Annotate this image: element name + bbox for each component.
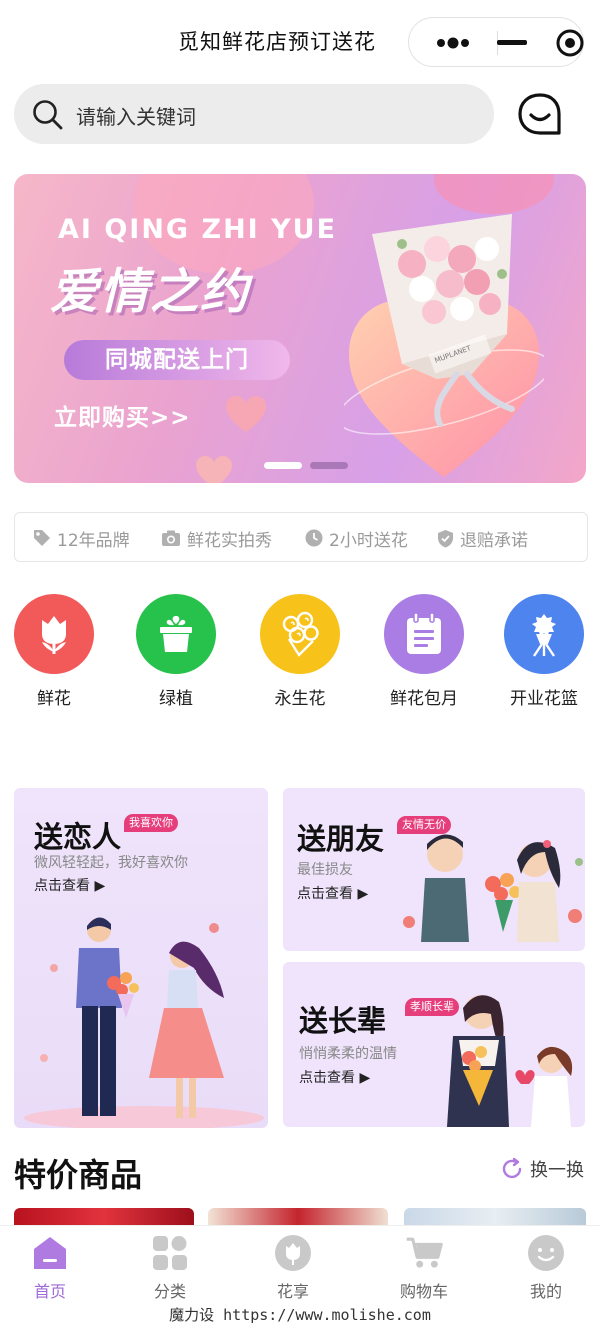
tab-category[interactable]: 分类: [120, 1234, 220, 1302]
category-icon-circle: [384, 594, 464, 674]
card-title: 送恋人: [34, 820, 122, 854]
feature-item: 鲜花实拍秀: [161, 527, 272, 551]
small-heart-decoration: [226, 396, 266, 432]
tab-label: 我的: [529, 1282, 562, 1301]
top-nav-bar: 觅知鲜花店预订送花: [0, 0, 600, 80]
small-heart-decoration: [196, 456, 232, 483]
couple-illustration: [24, 917, 264, 1128]
category-icon-circle: [260, 594, 340, 674]
feature-label: 鲜花实拍秀: [187, 530, 272, 551]
feature-item: 12年品牌: [33, 527, 130, 551]
target-icon: [556, 29, 584, 57]
more-menu-button[interactable]: [409, 18, 497, 68]
refresh-button[interactable]: 换一换: [500, 1156, 584, 1182]
banner-subtitle: AI QING ZHI YUE: [58, 214, 338, 245]
watermark-footer: 魔力设 https://www.molishe.com: [169, 1306, 431, 1324]
camera-icon: [162, 530, 180, 546]
friends-illustration: [403, 834, 583, 942]
card-tag: 我喜欢你: [124, 814, 178, 832]
card-view-link[interactable]: 点击查看 ▶: [299, 1067, 370, 1087]
card-subtitle: 悄悄柔柔的温情: [299, 1046, 397, 1062]
mini-program-capsule: [408, 17, 584, 67]
category-label: 永生花: [274, 689, 326, 709]
category-preserved-flowers[interactable]: 永生花: [248, 594, 352, 709]
tab-home[interactable]: 首页: [0, 1234, 100, 1302]
grid-icon: [151, 1234, 189, 1272]
feature-label: 12年品牌: [57, 530, 130, 551]
tab-flower-share[interactable]: 花享: [243, 1234, 343, 1302]
feature-label: 退赔承诺: [460, 530, 528, 551]
home-icon: [31, 1234, 69, 1272]
card-subtitle: 微风轻轻起，我好喜欢你: [34, 855, 188, 871]
card-view-link[interactable]: 点击查看 ▶: [34, 875, 105, 895]
category-label: 鲜花: [37, 689, 71, 709]
category-label: 开业花篮: [510, 689, 578, 709]
close-mini-program-button[interactable]: [497, 18, 585, 68]
search-icon: [33, 100, 63, 130]
category-label: 鲜花包月: [390, 689, 458, 709]
calendar-icon: [407, 612, 441, 654]
minimize-icon: [497, 40, 527, 45]
promo-banner[interactable]: MUPLANET AI QING ZHI YUE 爱情之约 同城配送上门 立即购…: [14, 174, 586, 483]
service-features-bar: 12年品牌 鲜花实拍秀 2小时送花 退赔承诺: [14, 512, 588, 562]
carousel-indicator-active[interactable]: [264, 462, 302, 469]
more-dots-icon: [437, 37, 469, 49]
plant-pot-icon: [160, 616, 192, 652]
banner-buy-now-link[interactable]: 立即购买>>: [54, 398, 191, 432]
tab-label: 首页: [33, 1282, 66, 1301]
tulip-icon: [42, 616, 66, 654]
banner-title: 爱情之约: [50, 264, 251, 320]
gift-for-elder-card[interactable]: 送长辈 孝顺长辈 悄悄柔柔的温情 点击查看 ▶: [283, 962, 585, 1127]
category-label: 绿植: [159, 689, 193, 709]
category-icon-circle: [14, 594, 94, 674]
cart-icon: [405, 1234, 443, 1272]
customer-service-chat-icon[interactable]: [516, 92, 564, 138]
refresh-icon: [502, 1157, 522, 1179]
mother-child-illustration: [447, 995, 573, 1127]
gift-for-lover-card[interactable]: 送恋人 我喜欢你 微风轻轻起，我好喜欢你 点击查看 ▶: [14, 788, 268, 1128]
carousel-indicator[interactable]: [310, 462, 348, 469]
bouquet-image: MUPLANET: [372, 214, 515, 427]
card-title: 送朋友: [297, 822, 385, 856]
gift-for-friend-card[interactable]: 送朋友 友情无价 最佳损友 点击查看 ▶: [283, 788, 585, 951]
tab-label: 花享: [276, 1282, 309, 1301]
banner-delivery-pill: 同城配送上门: [64, 340, 290, 380]
feature-item: 2小时送花: [305, 527, 408, 551]
category-icon-circle: [504, 594, 584, 674]
tab-cart[interactable]: 购物车: [374, 1234, 474, 1302]
page-title: 觅知鲜花店预订送花: [178, 30, 376, 54]
flower-share-icon: [274, 1234, 312, 1272]
special-products-title: 特价商品: [14, 1156, 143, 1194]
feature-label: 2小时送花: [329, 530, 408, 551]
search-bar[interactable]: 请输入关键词: [14, 84, 494, 144]
clock-icon: [305, 529, 323, 547]
category-flowers[interactable]: 鲜花: [2, 594, 106, 709]
rose-bouquet-icon: [282, 611, 319, 657]
search-placeholder: 请输入关键词: [76, 105, 196, 129]
category-monthly-flowers[interactable]: 鲜花包月: [372, 594, 476, 709]
flower-basket-icon: [532, 614, 556, 657]
category-opening-baskets[interactable]: 开业花篮: [492, 594, 596, 709]
tab-label: 分类: [153, 1282, 186, 1301]
card-subtitle: 最佳损友: [297, 862, 353, 878]
tab-profile[interactable]: 我的: [496, 1234, 596, 1302]
profile-icon: [527, 1234, 565, 1272]
category-icon-circle: [136, 594, 216, 674]
shield-icon: [438, 529, 453, 547]
card-title: 送长辈: [299, 1004, 387, 1038]
feature-item: 退赔承诺: [437, 527, 528, 551]
refresh-label: 换一换: [530, 1160, 584, 1181]
category-plants[interactable]: 绿植: [124, 594, 228, 709]
tab-label: 购物车: [399, 1282, 448, 1301]
tag-icon: [34, 530, 50, 546]
card-view-link[interactable]: 点击查看 ▶: [297, 883, 368, 903]
